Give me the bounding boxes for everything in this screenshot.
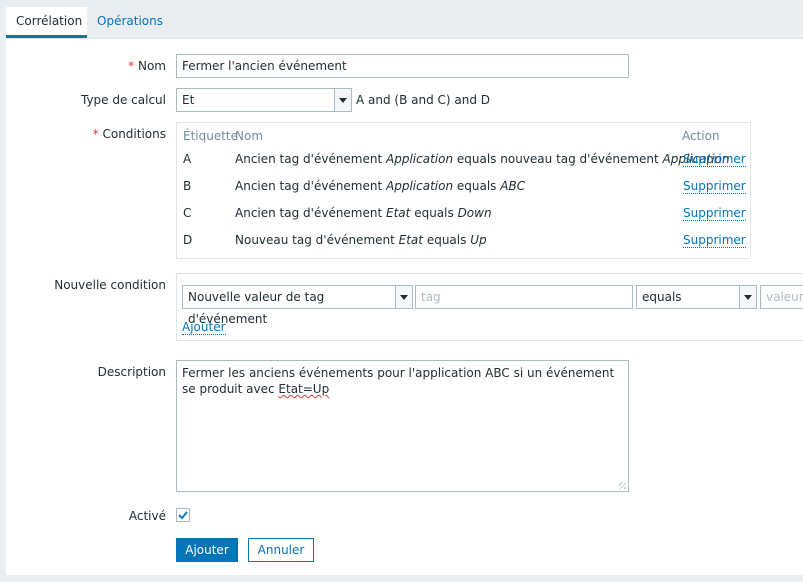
condition-tag: D [183,233,193,247]
conditions-label: * Conditions [93,127,166,141]
page: Corrélation Opérations * Nom Fermer l'an… [0,0,803,582]
required-mark: * [128,59,135,73]
condition-text: Ancien tag d'événement Application equal… [235,179,526,193]
condition-tag: B [183,179,192,193]
calc-formula: A and (B and C) and D [356,93,491,107]
condition-tag: A [183,152,192,166]
new-condition-box: Nouvelle valeur de tag d'événement tag e… [176,273,803,341]
calc-type-value: Et [182,93,195,107]
required-mark: * [92,127,99,141]
value-input[interactable]: valeur [760,285,803,309]
cancel-button[interactable]: Annuler [248,538,314,562]
remove-condition-link[interactable]: Supprimer [683,206,746,221]
calc-type-label: Type de calcul [80,93,166,107]
chevron-down-icon [334,89,351,111]
tab-correlation[interactable]: Corrélation [6,7,87,38]
enabled-label: Activé [128,509,166,523]
remove-condition-link[interactable]: Supprimer [683,233,746,248]
remove-condition-link[interactable]: Supprimer [683,152,746,167]
condition-text: Nouveau tag d'événement Etat equals Up [235,233,487,247]
column-header-tag: Étiquette [183,129,239,143]
calc-type-select[interactable]: Et [176,88,352,112]
chevron-down-icon [395,286,412,308]
condition-type-select[interactable]: Nouvelle valeur de tag d'événement [182,285,413,326]
operator-value: equals [642,290,682,304]
name-label: * Nom [128,59,166,73]
name-input[interactable]: Fermer l'ancien événement [176,54,629,78]
remove-condition-link[interactable]: Supprimer [683,179,746,194]
checkmark-icon [178,511,188,520]
add-condition-link[interactable]: Ajouter [182,320,226,335]
condition-text: Ancien tag d'événement Etat equals Down [235,206,492,220]
add-button[interactable]: Ajouter [176,538,238,562]
description-label: Description [97,365,166,379]
conditions-label-text: Conditions [102,127,166,141]
tab-bar: Corrélation Opérations [0,0,803,38]
form-panel: * Nom Fermer l'ancien événement Type de … [6,38,803,575]
name-label-text: Nom [137,59,166,73]
tab-operations[interactable]: Opérations [87,7,168,38]
new-condition-label: Nouvelle condition [54,278,166,292]
column-header-name: Nom [235,129,264,143]
enabled-checkbox[interactable] [176,508,190,522]
operator-select[interactable]: equals [636,285,757,309]
tag-input[interactable]: tag [415,285,633,309]
column-header-action: Action [682,129,720,143]
condition-tag: C [183,206,192,220]
resize-handle-icon[interactable] [619,482,626,489]
chevron-down-icon [739,286,756,308]
description-textarea[interactable]: Fermer les anciens événements pour l'app… [176,360,629,492]
condition-text: Ancien tag d'événement Application equal… [235,152,730,166]
conditions-table: Étiquette Nom Action A Ancien tag d'évén… [176,122,751,259]
